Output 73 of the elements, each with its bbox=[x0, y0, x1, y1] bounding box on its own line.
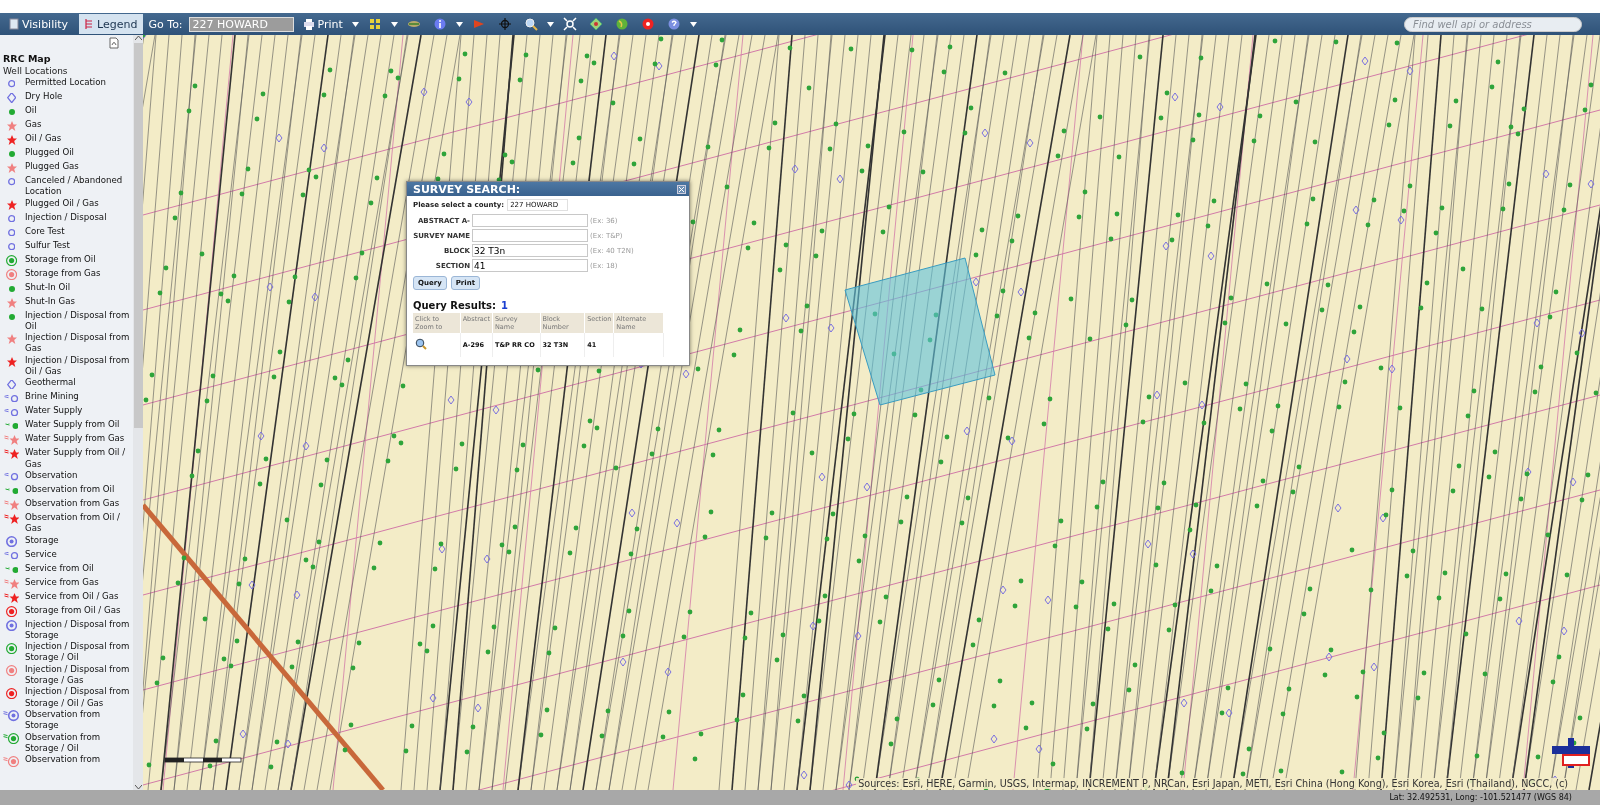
legend-label: Observation from Storage bbox=[25, 708, 102, 732]
input-field[interactable] bbox=[472, 214, 588, 227]
legend-label: Shut-In Oil bbox=[25, 281, 72, 293]
legend-label: Storage from Gas bbox=[25, 267, 102, 279]
legend-label: Shut-In Gas bbox=[25, 295, 76, 307]
input-field[interactable]: 32 T3n bbox=[472, 244, 588, 257]
map-attribution: Sources: Esri, HERE, Garmin, USGS, Intermap, INCREMENT P, NRCan, Esri Japan, METI, Esri China (Hong Kong), Esri Korea, Esri (Thailand), NGCC, (c) bbox=[856, 778, 1570, 789]
caret-icon[interactable] bbox=[689, 21, 697, 27]
legend-label: Injection / Disposal from Storage / Oil / Gas bbox=[25, 686, 131, 709]
coordinates-readout: Lat: 32.492531, Long: -101.521477 (WGS 84) bbox=[1389, 793, 1572, 802]
legend-label: Water Supply from Gas bbox=[25, 433, 126, 445]
logo-icon bbox=[1550, 736, 1592, 770]
legend-label: Observation from Gas bbox=[25, 497, 121, 510]
caret-icon[interactable] bbox=[546, 21, 554, 27]
toolbar-tab[interactable]: Visibility bbox=[4, 14, 74, 34]
legend-label: Injection / Disposal from Oil bbox=[25, 309, 131, 333]
caret-icon[interactable] bbox=[455, 21, 463, 27]
legend-label: Sulfur Test bbox=[25, 239, 71, 251]
legend-label: Water Supply from Oil bbox=[25, 419, 121, 431]
legend-label: Oil / Gas bbox=[25, 133, 63, 145]
printer-icon[interactable] bbox=[302, 18, 315, 30]
legend-label: Injection / Disposal bbox=[25, 211, 108, 223]
legend-label: Service from Oil bbox=[25, 562, 95, 574]
legend-label: Injection / Disposal from Oil / Gas bbox=[25, 354, 131, 378]
close-icon[interactable] bbox=[677, 184, 686, 194]
input-field[interactable] bbox=[472, 229, 588, 242]
scroll-up-icon[interactable] bbox=[134, 35, 142, 41]
legend-label: Observation from Storage / Oil bbox=[25, 731, 102, 755]
legend-group-title: Well Locations bbox=[3, 66, 69, 76]
toolbar-tab[interactable]: Legend bbox=[79, 14, 143, 34]
results-label: Query Results: bbox=[413, 300, 497, 311]
document-icon[interactable] bbox=[9, 18, 19, 30]
legend-label: Observation bbox=[25, 469, 79, 482]
legend-label: Permitted Location bbox=[25, 77, 107, 89]
scroll-down-icon[interactable] bbox=[134, 784, 142, 790]
legend-label: Water Supply bbox=[25, 405, 84, 417]
legend-label: Storage from Oil bbox=[25, 253, 97, 265]
legend-label: Oil bbox=[25, 105, 38, 117]
legend-label: Injection / Disposal from Storage bbox=[25, 618, 131, 642]
legend-label: Injection / Disposal from Storage / Oil bbox=[25, 641, 131, 664]
zoom-icon[interactable] bbox=[415, 338, 427, 350]
pdf-icon[interactable] bbox=[109, 37, 119, 49]
legend-label: Core Test bbox=[25, 225, 66, 237]
legend-label: Geothermal bbox=[25, 377, 77, 389]
legend-label: Service bbox=[25, 548, 58, 560]
scrollbar[interactable] bbox=[133, 35, 143, 790]
legend-label: Storage from Oil / Gas bbox=[25, 604, 122, 616]
legend-label: Storage bbox=[25, 534, 60, 546]
legend-label: Service from Gas bbox=[25, 576, 100, 588]
legend-label: Injection / Disposal from Storage / Gas bbox=[25, 663, 131, 687]
caret-icon[interactable] bbox=[351, 21, 359, 27]
input-field[interactable]: 41 bbox=[472, 259, 588, 272]
legend-label: Plugged Gas bbox=[25, 161, 80, 173]
legend-label: Injection / Disposal from Gas bbox=[25, 332, 131, 355]
caret-icon[interactable] bbox=[390, 21, 398, 27]
legend-label: Observation from Oil bbox=[25, 483, 116, 496]
results-count: 1 bbox=[501, 300, 508, 311]
legend-label: Service from Oil / Gas bbox=[25, 590, 120, 602]
legend-label: Canceled / Abandoned Location bbox=[25, 175, 124, 198]
print-button[interactable]: Print bbox=[299, 14, 346, 34]
dialog-title: SURVEY SEARCH: bbox=[413, 182, 521, 196]
legend-label: Gas bbox=[25, 119, 43, 131]
goto-label: Go To: bbox=[148, 17, 183, 31]
legend-label: Observation from bbox=[25, 754, 102, 766]
search-field[interactable]: Find well api or address bbox=[1404, 16, 1582, 32]
legend-label: Plugged Oil bbox=[25, 147, 75, 159]
legend-label: Brine Mining bbox=[25, 391, 80, 403]
legend-label: Observation from Oil / Gas bbox=[25, 511, 121, 535]
legend-label: Plugged Oil / Gas bbox=[25, 197, 100, 209]
list-icon[interactable] bbox=[84, 18, 95, 30]
legend-label: Dry Hole bbox=[25, 91, 64, 103]
legend-title: RRC Map bbox=[3, 53, 52, 64]
legend-label: Water Supply from Oil / Gas bbox=[25, 447, 127, 470]
